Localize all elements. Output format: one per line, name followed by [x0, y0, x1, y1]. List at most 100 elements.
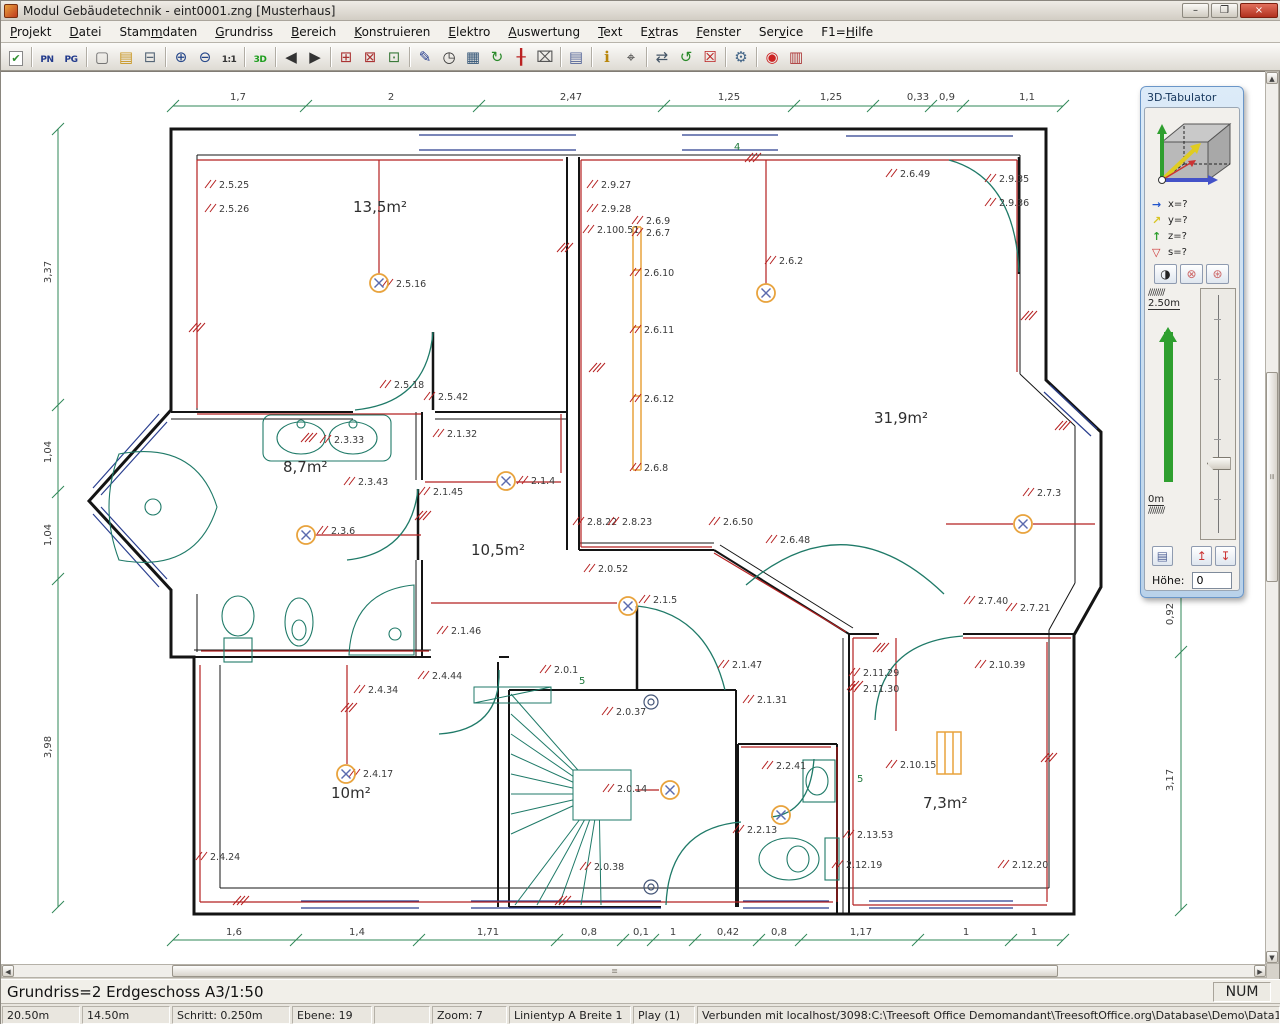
- status-cell-0: 20.50m: [2, 1006, 80, 1024]
- layer-delete-button[interactable]: ⊠: [358, 46, 382, 68]
- svg-text:0,1: 0,1: [633, 927, 649, 938]
- svg-text:31,9m²: 31,9m²: [874, 409, 928, 427]
- confirm-settings-button[interactable]: ✔: [4, 46, 28, 68]
- layer-insert-button[interactable]: ⊞: [334, 46, 358, 68]
- menu-item-auswertung[interactable]: Auswertung: [499, 23, 589, 41]
- new-file-button[interactable]: ▢: [90, 46, 114, 68]
- search-binoculars-button[interactable]: ⌖: [619, 46, 643, 68]
- svg-text:13,5m²: 13,5m²: [353, 198, 407, 216]
- device-labels: 2.5.252.5.262.9.272.9.282.100.512.6.92.6…: [196, 142, 1061, 873]
- scroll-up-arrow[interactable]: ▲: [1266, 72, 1278, 84]
- menu-item-konstruieren[interactable]: Konstruieren: [345, 23, 439, 41]
- light-symbols: [297, 274, 1032, 894]
- menu-item-stammdaten[interactable]: Stammdaten: [110, 23, 206, 41]
- height-input[interactable]: [1192, 572, 1232, 589]
- svg-text:2.1.32: 2.1.32: [447, 429, 477, 440]
- scroll-left-arrow[interactable]: ◀: [2, 965, 14, 977]
- svg-text:1,1: 1,1: [1019, 92, 1035, 103]
- power-button[interactable]: ◉: [760, 46, 784, 68]
- height-slider[interactable]: [1200, 288, 1236, 540]
- vertical-scroll-thumb[interactable]: ≡: [1266, 372, 1278, 582]
- svg-text:2.2.41: 2.2.41: [776, 761, 806, 772]
- back-button[interactable]: ◀: [279, 46, 303, 68]
- project-pg-button[interactable]: PG: [59, 46, 83, 68]
- menu-item-fenster[interactable]: Fenster: [687, 23, 750, 41]
- menu-item-text[interactable]: Text: [589, 23, 631, 41]
- toolbar-separator: [560, 47, 561, 67]
- drawing-context-label: Grundriss=2 Erdgeschoss A3/1:50: [1, 983, 264, 1001]
- svg-text:2.6.12: 2.6.12: [644, 394, 674, 405]
- assign-connection-button[interactable]: ⇄: [650, 46, 674, 68]
- status-cell-2: Schritt: 0.250m: [172, 1006, 290, 1024]
- manual-book-button[interactable]: ▥: [784, 46, 808, 68]
- three-d-button[interactable]: 3D: [248, 46, 272, 68]
- maximize-button[interactable]: ❐: [1211, 3, 1238, 18]
- menu-item-f1-hilfe[interactable]: F1=Hilfe: [812, 23, 882, 41]
- menu-item-service[interactable]: Service: [750, 23, 812, 41]
- minimize-button[interactable]: –: [1182, 3, 1209, 18]
- project-pn-button[interactable]: PN: [35, 46, 59, 68]
- menu-item-extras[interactable]: Extras: [631, 23, 687, 41]
- close-button[interactable]: ×: [1240, 3, 1278, 18]
- busbar-and-radiator: [633, 227, 961, 774]
- draw-pen-button[interactable]: ✎: [413, 46, 437, 68]
- menu-item-bereich[interactable]: Bereich: [282, 23, 345, 41]
- disconnect-button[interactable]: ☒: [698, 46, 722, 68]
- hide-elements-button[interactable]: ⊗: [1180, 264, 1203, 284]
- svg-text:1,17: 1,17: [850, 927, 872, 938]
- refresh-button[interactable]: ↻: [485, 46, 509, 68]
- floor-plan-drawing: 1,722,471,251,250,330,91,11,61,41,710,80…: [1, 72, 1267, 964]
- svg-text:2.0.38: 2.0.38: [594, 862, 624, 873]
- svg-text:3,17: 3,17: [1165, 769, 1176, 791]
- svg-text:2.1.45: 2.1.45: [433, 487, 463, 498]
- raise-element-button[interactable]: ↥: [1191, 546, 1212, 566]
- menu-item-elektro[interactable]: Elektro: [439, 23, 499, 41]
- title-bar[interactable]: Modul Gebäudetechnik - eint0001.zng [Mus…: [1, 1, 1280, 21]
- menu-item-projekt[interactable]: Projekt: [1, 23, 60, 41]
- floor-plan-canvas[interactable]: 1,722,471,251,250,330,91,11,61,41,710,80…: [1, 71, 1267, 964]
- calculator-button[interactable]: ▦: [461, 46, 485, 68]
- print-button[interactable]: ⊟: [138, 46, 162, 68]
- hide-symbols-button[interactable]: ⊛: [1206, 264, 1229, 284]
- horizontal-scroll-thumb[interactable]: ≡: [172, 965, 1058, 977]
- svg-text:1,25: 1,25: [820, 92, 842, 103]
- shower: [349, 585, 414, 655]
- svg-text:2.6.9: 2.6.9: [646, 216, 670, 227]
- svg-text:2.0.37: 2.0.37: [616, 707, 646, 718]
- slider-handle[interactable]: [1207, 457, 1231, 470]
- lower-hatch: ////////: [1148, 506, 1164, 516]
- vertical-scrollbar[interactable]: ▲ ≡ ▼: [1265, 71, 1279, 964]
- status-bar-primary: Grundriss=2 Erdgeschoss A3/1:50 NUM: [1, 979, 1280, 1003]
- tools-wrench-button[interactable]: ⚙: [729, 46, 753, 68]
- toolbar-separator: [86, 47, 87, 67]
- scroll-down-arrow[interactable]: ▼: [1266, 951, 1278, 963]
- form-editor-button[interactable]: ▤: [564, 46, 588, 68]
- horizontal-scrollbar[interactable]: ◀ ≡ ▶: [1, 964, 1267, 978]
- view-mode-button[interactable]: ◑: [1154, 264, 1177, 284]
- svg-text:2.9.36: 2.9.36: [999, 198, 1029, 209]
- open-file-button[interactable]: ▤: [114, 46, 138, 68]
- svg-text:2.12.20: 2.12.20: [1012, 860, 1048, 871]
- forward-button[interactable]: ▶: [303, 46, 327, 68]
- layer-move-button[interactable]: ⊡: [382, 46, 406, 68]
- lower-element-button[interactable]: ↧: [1215, 546, 1236, 566]
- axes-cube-graphic: [1148, 112, 1236, 196]
- svg-text:2.6.7: 2.6.7: [646, 228, 670, 239]
- menu-item-datei[interactable]: Datei: [60, 23, 110, 41]
- sync-button[interactable]: ↺: [674, 46, 698, 68]
- measure-button[interactable]: ╂: [509, 46, 533, 68]
- svg-text:2.1.4: 2.1.4: [531, 476, 555, 487]
- svg-text:2.7.40: 2.7.40: [978, 596, 1008, 607]
- 3d-tabulator-panel[interactable]: 3D-Tabulator: [1140, 86, 1244, 598]
- timer-button[interactable]: ◷: [437, 46, 461, 68]
- info-person-button[interactable]: ℹ: [595, 46, 619, 68]
- zoom-out-button[interactable]: ⊖: [193, 46, 217, 68]
- scroll-right-arrow[interactable]: ▶: [1254, 965, 1266, 977]
- svg-text:4: 4: [734, 142, 740, 153]
- delete-trash-button[interactable]: ⌧: [533, 46, 557, 68]
- menu-item-grundriss[interactable]: Grundriss: [206, 23, 282, 41]
- zoom-one-to-one-button[interactable]: 1:1: [217, 46, 241, 68]
- zoom-in-button[interactable]: ⊕: [169, 46, 193, 68]
- properties-button[interactable]: ▤: [1152, 546, 1173, 566]
- svg-text:2: 2: [388, 92, 394, 103]
